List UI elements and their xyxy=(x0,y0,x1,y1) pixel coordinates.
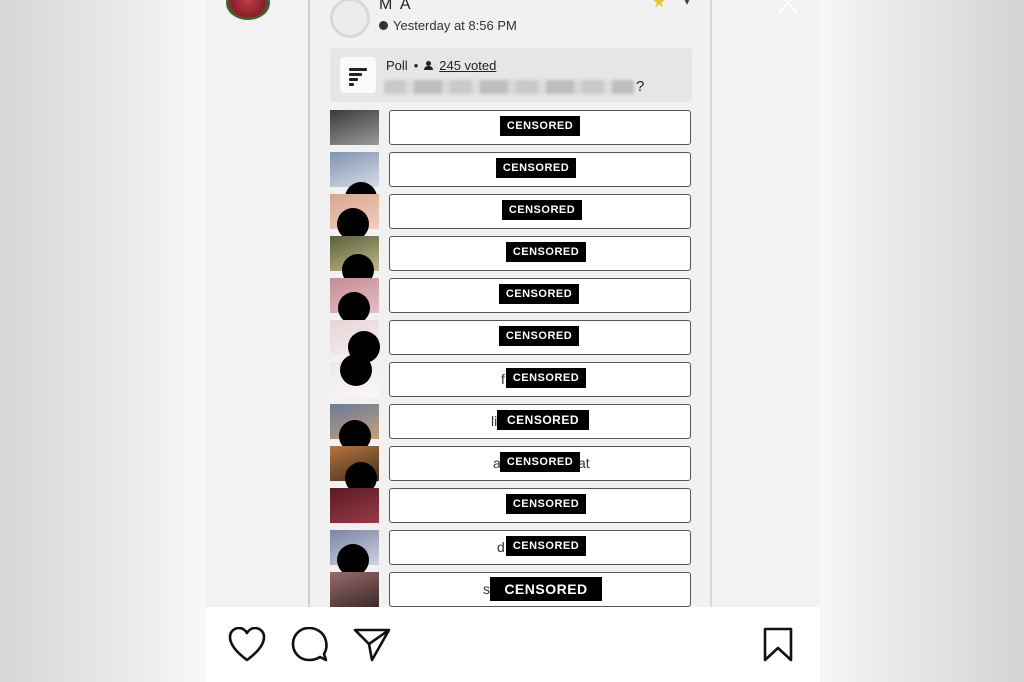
poll-votes-link[interactable]: 245 voted xyxy=(439,58,496,73)
censored-label: CENSORED xyxy=(500,452,580,472)
option-thumbnail xyxy=(330,110,379,145)
option-text-prefix: d xyxy=(497,539,505,555)
option-button[interactable]: CENSORED xyxy=(389,152,691,187)
user-icon xyxy=(424,60,434,71)
blurred-question-text xyxy=(384,79,634,94)
censored-label: CENSORED xyxy=(506,494,586,514)
poll-option[interactable]: a at CENSORED xyxy=(330,446,692,494)
post-screenshot: M A Yesterday at 8:56 PM ★ ▾ Poll • 245 … xyxy=(308,0,712,607)
comment-icon[interactable] xyxy=(291,627,329,663)
censored-label: CENSORED xyxy=(490,577,602,601)
censored-label: CENSORED xyxy=(506,242,586,262)
post-timestamp: Yesterday at 8:56 PM xyxy=(379,18,517,33)
poll-option[interactable]: CENSORED xyxy=(330,236,692,286)
censored-label: CENSORED xyxy=(500,116,580,136)
more-icon: ▾ xyxy=(684,0,691,8)
story-avatar[interactable] xyxy=(226,0,270,20)
option-button[interactable]: CENSORED xyxy=(389,320,691,355)
action-bar xyxy=(206,607,820,682)
censored-label: CENSORED xyxy=(499,284,579,304)
poll-option[interactable]: CENSORED xyxy=(330,194,692,240)
star-icon: ★ xyxy=(652,0,667,11)
redaction-dot xyxy=(340,354,372,386)
option-thumbnail xyxy=(330,488,379,523)
bookmark-icon[interactable] xyxy=(762,627,794,663)
option-text-prefix: f xyxy=(501,371,505,387)
timestamp-text: Yesterday at 8:56 PM xyxy=(393,18,517,33)
avatar xyxy=(330,0,370,38)
close-icon[interactable] xyxy=(772,0,806,12)
censored-label: CENSORED xyxy=(497,410,589,430)
option-button[interactable]: CENSORED xyxy=(389,194,691,229)
censored-label: CENSORED xyxy=(496,158,576,178)
censored-label: CENSORED xyxy=(506,368,586,388)
poll-meta: Poll • 245 voted xyxy=(386,58,496,73)
poll-header: Poll • 245 voted ? xyxy=(330,48,692,102)
poll-label: Poll xyxy=(386,58,408,73)
option-button[interactable]: a at CENSORED xyxy=(389,446,691,481)
censored-label: CENSORED xyxy=(502,200,582,220)
option-button[interactable]: CENSORED xyxy=(389,488,691,523)
option-button[interactable]: s CENSORED xyxy=(389,572,691,607)
option-button[interactable]: d CENSORED xyxy=(389,530,691,565)
poll-option[interactable]: CENSORED xyxy=(330,488,692,524)
heart-icon[interactable] xyxy=(228,627,266,663)
option-button[interactable]: f CENSORED xyxy=(389,362,691,397)
send-icon[interactable] xyxy=(353,627,391,663)
censored-label: CENSORED xyxy=(499,326,579,346)
post-author: M A xyxy=(379,0,413,13)
censored-label: CENSORED xyxy=(506,536,586,556)
poll-option[interactable]: CENSORED xyxy=(330,320,692,363)
poll-option[interactable]: CENSORED xyxy=(330,278,692,324)
question-mark: ? xyxy=(636,78,645,95)
poll-option[interactable]: li CENSORED xyxy=(330,404,692,452)
poll-option[interactable]: d CENSORED xyxy=(330,530,692,576)
poll-question: ? xyxy=(384,78,644,95)
poll-icon xyxy=(340,57,376,93)
poll-option[interactable]: CENSORED xyxy=(330,110,692,146)
story-frame: M A Yesterday at 8:56 PM ★ ▾ Poll • 245 … xyxy=(206,0,820,682)
poll-separator: • xyxy=(413,58,419,73)
option-text-prefix: s xyxy=(483,581,490,597)
option-button[interactable]: CENSORED xyxy=(389,236,691,271)
globe-icon xyxy=(379,21,388,30)
option-button[interactable]: CENSORED xyxy=(389,110,691,145)
poll-option[interactable]: f CENSORED xyxy=(330,354,692,398)
option-thumbnail xyxy=(330,152,379,187)
poll-option[interactable]: s CENSORED xyxy=(330,572,692,607)
poll-option[interactable]: CENSORED xyxy=(330,152,692,214)
option-button[interactable]: CENSORED xyxy=(389,278,691,313)
option-button[interactable]: li CENSORED xyxy=(389,404,691,439)
option-thumbnail xyxy=(330,572,379,607)
